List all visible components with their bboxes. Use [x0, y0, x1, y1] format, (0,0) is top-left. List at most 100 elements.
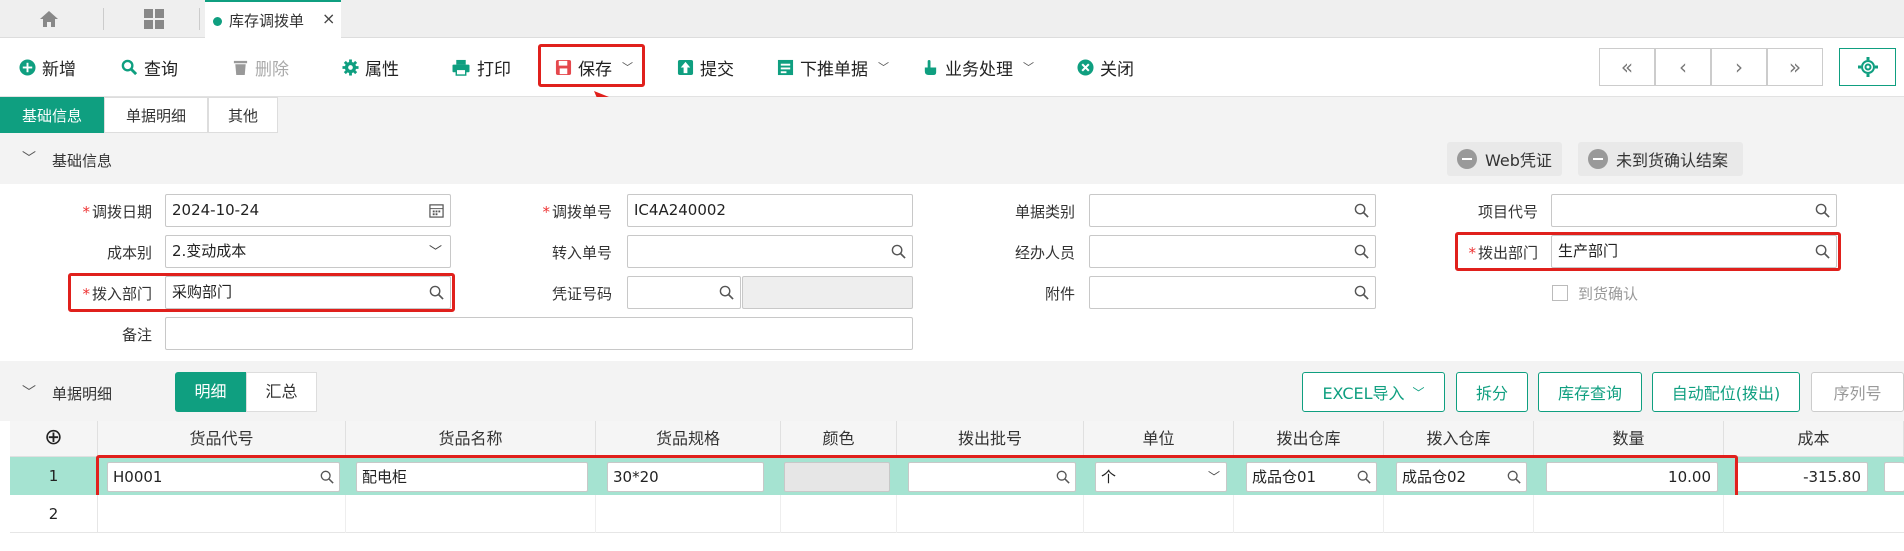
submit-label: 提交: [700, 59, 734, 80]
save-highlight-box: [538, 44, 645, 87]
close-button[interactable]: 关闭: [1077, 50, 1134, 84]
section-title: 单据明细: [52, 385, 113, 403]
attach-label: 附件: [1044, 285, 1075, 303]
grid-cell[interactable]: [1234, 495, 1384, 533]
serial-no-button[interactable]: 序列号: [1811, 372, 1904, 412]
query-button[interactable]: 查询: [121, 50, 178, 84]
grid-cell[interactable]: [897, 495, 1084, 533]
hand-pointer-icon: [924, 59, 937, 75]
search-icon[interactable]: [1354, 285, 1369, 300]
print-button[interactable]: 打印: [451, 50, 511, 84]
date-field[interactable]: 2024-10-24: [165, 194, 451, 227]
search-icon: [121, 59, 138, 75]
plus-circle-icon: [19, 58, 36, 76]
grid-cell[interactable]: [1534, 495, 1724, 533]
apps-grid-icon[interactable]: [143, 8, 165, 34]
search-icon[interactable]: [891, 244, 906, 259]
tab-basic-info[interactable]: 基础信息: [0, 97, 104, 133]
unarrived-close-label: 未到货确认结案: [1616, 151, 1729, 170]
business-label: 业务处理: [945, 59, 1013, 80]
printer-icon: [452, 59, 470, 76]
col-header-batch: 拨出批号: [897, 421, 1084, 457]
add-row-icon[interactable]: ⊕: [44, 425, 62, 450]
chevron-down-icon[interactable]: ﹀: [878, 59, 889, 75]
detail-grid: ⊕ 货品代号 货品名称 货品规格 颜色 拨出批号 单位 拨出仓库 拨入仓库 数量…: [10, 421, 1904, 551]
settings-button[interactable]: [1839, 48, 1896, 86]
row-number: 1: [10, 457, 98, 495]
col-header-name: 货品名称: [346, 421, 596, 457]
cell-cost[interactable]: -315.80: [1734, 462, 1868, 492]
row-highlight-box: [96, 455, 1738, 498]
stock-query-button[interactable]: 库存查询: [1538, 372, 1642, 412]
unarrived-close-button[interactable]: 未到货确认结案: [1578, 142, 1743, 176]
cost-select[interactable]: 2.变动成本 ﹀: [165, 235, 451, 268]
grid-cell[interactable]: [596, 495, 781, 533]
tab-bill-detail[interactable]: 单据明细: [104, 97, 208, 133]
web-voucher-button[interactable]: Web凭证: [1447, 142, 1562, 176]
col-header-spec: 货品规格: [596, 421, 781, 457]
gear-icon: [1857, 57, 1878, 77]
tab-bar: 库存调拨单 ×: [0, 0, 1904, 38]
nav-prev-button[interactable]: ‹: [1655, 48, 1711, 86]
search-icon[interactable]: [1354, 244, 1369, 259]
properties-label: 属性: [365, 59, 399, 80]
grid-cell[interactable]: [346, 495, 596, 533]
out-dept-highlight-box: [1455, 232, 1841, 271]
split-button[interactable]: 拆分: [1456, 372, 1528, 412]
nav-next-button[interactable]: ›: [1711, 48, 1767, 86]
search-icon[interactable]: [1354, 203, 1369, 218]
tab-other[interactable]: 其他: [208, 97, 278, 133]
grid-cell[interactable]: [98, 495, 346, 533]
close-label: 关闭: [1100, 59, 1134, 80]
attach-field[interactable]: [1089, 276, 1376, 309]
voucher-field[interactable]: [627, 276, 741, 309]
gear-icon: [342, 58, 359, 76]
home-icon[interactable]: [38, 9, 60, 33]
grid-cell[interactable]: [1384, 495, 1534, 533]
upload-icon: [677, 59, 694, 75]
grid-cell[interactable]: [781, 495, 897, 533]
search-icon[interactable]: [719, 285, 734, 300]
transfer-no-field[interactable]: [627, 235, 913, 268]
excel-import-button[interactable]: EXCEL导入 ﹀: [1302, 372, 1445, 412]
transfer-no-label: 转入单号: [551, 244, 612, 262]
push-down-button[interactable]: 下推单据 ﹀: [777, 50, 889, 84]
bill-no-field[interactable]: IC4A240002: [627, 194, 913, 227]
tab-inventory-transfer[interactable]: 库存调拨单 ×: [205, 0, 341, 38]
chevron-down-icon[interactable]: ﹀: [429, 237, 442, 268]
handler-field[interactable]: [1089, 235, 1376, 268]
bill-no-label: * 调拨单号: [542, 203, 612, 221]
minus-circle-icon: [1457, 149, 1477, 169]
nav-last-button[interactable]: »: [1767, 48, 1823, 86]
col-header-qty: 数量: [1534, 421, 1724, 457]
document-list-icon: [777, 59, 794, 75]
close-circle-icon: [1077, 58, 1094, 76]
bill-type-field[interactable]: [1089, 194, 1376, 227]
close-tab-icon[interactable]: ×: [322, 9, 335, 28]
nav-first-button[interactable]: «: [1599, 48, 1655, 86]
chevron-down-icon[interactable]: ﹀: [22, 148, 36, 168]
chevron-down-icon[interactable]: ﹀: [1413, 384, 1425, 401]
delete-button[interactable]: 删除: [232, 50, 289, 84]
chevron-down-icon[interactable]: ﹀: [1023, 59, 1034, 75]
auto-allocate-button[interactable]: 自动配位(拨出): [1652, 372, 1800, 412]
add-button[interactable]: 新增: [19, 50, 76, 84]
bill-type-label: 单据类别: [1014, 203, 1075, 221]
business-button[interactable]: 业务处理 ﹀: [922, 50, 1034, 84]
tab-detail[interactable]: 明细: [175, 372, 246, 412]
submit-button[interactable]: 提交: [677, 50, 734, 84]
project-field[interactable]: [1551, 194, 1837, 227]
table-row[interactable]: 2: [10, 495, 1904, 533]
grid-cell[interactable]: [1084, 495, 1234, 533]
handler-label: 经办人员: [1014, 244, 1075, 262]
search-icon[interactable]: [1815, 203, 1830, 218]
properties-button[interactable]: 属性: [342, 50, 399, 84]
minus-circle-icon: [1588, 149, 1608, 169]
in-dept-highlight-box: [68, 273, 455, 312]
arrival-checkbox[interactable]: [1552, 285, 1568, 301]
tab-summary[interactable]: 汇总: [246, 372, 317, 412]
remark-field[interactable]: [165, 317, 913, 350]
calendar-icon[interactable]: [429, 203, 444, 218]
chevron-down-icon[interactable]: ﹀: [22, 382, 36, 402]
cell-next[interactable]: [1884, 462, 1904, 492]
